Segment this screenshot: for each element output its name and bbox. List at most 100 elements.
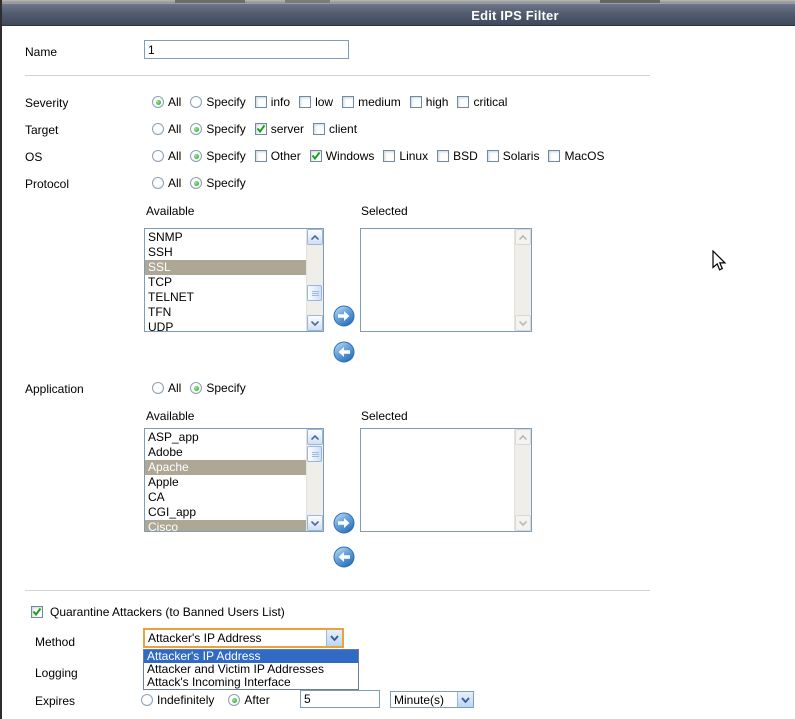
scrollbar-disabled — [514, 229, 531, 331]
list-item[interactable]: CA — [145, 490, 306, 505]
quarantine-checkbox[interactable]: Quarantine Attackers (to Banned Users Li… — [31, 605, 285, 619]
checkbox-icon[interactable] — [31, 606, 43, 618]
dropdown-option[interactable]: Attacker and Victim IP Addresses — [144, 663, 358, 676]
application-selected-list[interactable] — [360, 428, 532, 532]
severity-check-info[interactable]: info — [255, 95, 290, 109]
checkbox-icon[interactable] — [299, 96, 311, 108]
radio-icon[interactable] — [141, 694, 153, 706]
radio-icon[interactable] — [228, 694, 240, 706]
os-label: OS — [25, 150, 42, 164]
scroll-up-icon[interactable] — [307, 229, 323, 245]
list-item-selected[interactable]: Apache — [145, 460, 306, 475]
checkbox-icon[interactable] — [548, 150, 560, 162]
list-item[interactable]: Adobe — [145, 445, 306, 460]
target-radio-specify[interactable]: Specify — [190, 122, 245, 136]
logging-label: Logging — [35, 666, 78, 680]
radio-icon[interactable] — [152, 150, 164, 162]
move-right-button[interactable] — [333, 512, 355, 534]
application-available-list[interactable]: ASP_app Adobe Apache Apple CA CGI_app Ci… — [144, 428, 324, 532]
severity-check-medium[interactable]: medium — [342, 95, 401, 109]
radio-icon[interactable] — [190, 382, 202, 394]
scroll-thumb[interactable] — [307, 446, 322, 462]
radio-icon[interactable] — [152, 177, 164, 189]
target-radio-all[interactable]: All — [152, 122, 181, 136]
scrollbar[interactable] — [306, 229, 323, 331]
list-item[interactable]: SNMP — [145, 230, 306, 245]
dropdown-option[interactable]: Attacker's IP Address — [144, 650, 358, 663]
target-check-server[interactable]: server — [255, 122, 304, 136]
expires-unit-value: Minute(s) — [391, 693, 457, 707]
name-input[interactable] — [144, 40, 349, 59]
protocol-radio-specify[interactable]: Specify — [190, 176, 245, 190]
checkbox-icon[interactable] — [313, 123, 325, 135]
dropdown-option[interactable]: Attack's Incoming Interface — [144, 676, 358, 689]
list-item[interactable]: Apple — [145, 475, 306, 490]
checkbox-icon[interactable] — [342, 96, 354, 108]
radio-icon[interactable] — [190, 123, 202, 135]
severity-check-low[interactable]: low — [299, 95, 333, 109]
list-item[interactable]: UDP — [145, 320, 306, 331]
severity-check-high[interactable]: high — [410, 95, 449, 109]
expires-value-input[interactable] — [300, 690, 380, 708]
radio-icon[interactable] — [190, 150, 202, 162]
checkbox-icon[interactable] — [487, 150, 499, 162]
application-radio-all[interactable]: All — [152, 381, 181, 395]
move-left-button[interactable] — [333, 341, 355, 363]
severity-radio-all[interactable]: All — [152, 95, 181, 109]
os-check-windows[interactable]: Windows — [310, 149, 375, 163]
severity-radio-specify[interactable]: Specify — [190, 95, 245, 109]
method-dropdown-list: Attacker's IP Address Attacker and Victi… — [143, 649, 359, 690]
method-select[interactable]: Attacker's IP Address — [143, 628, 344, 648]
checkbox-icon[interactable] — [437, 150, 449, 162]
radio-icon[interactable] — [152, 96, 164, 108]
list-item-selected[interactable]: Cisco — [145, 520, 306, 531]
chevron-down-icon[interactable] — [326, 630, 342, 646]
checkbox-icon[interactable] — [255, 96, 267, 108]
scroll-down-icon[interactable] — [307, 315, 323, 331]
list-item[interactable]: TFN — [145, 305, 306, 320]
os-check-linux[interactable]: Linux — [383, 149, 428, 163]
application-available-label: Available — [146, 409, 194, 423]
list-item[interactable]: TCP — [145, 275, 306, 290]
radio-icon[interactable] — [152, 123, 164, 135]
checkbox-icon[interactable] — [255, 123, 267, 135]
checkbox-icon[interactable] — [383, 150, 395, 162]
os-check-macos[interactable]: MacOS — [548, 149, 604, 163]
expires-unit-select[interactable]: Minute(s) — [390, 691, 474, 708]
move-left-button[interactable] — [333, 546, 355, 568]
move-right-button[interactable] — [333, 305, 355, 327]
expires-radio-after[interactable]: After — [228, 693, 269, 707]
scroll-down-icon[interactable] — [307, 515, 323, 531]
protocol-available-list[interactable]: SNMP SSH SSL TCP TELNET TFN UDP — [144, 228, 324, 332]
scrollbar[interactable] — [306, 429, 323, 531]
protocol-selected-list[interactable] — [360, 228, 532, 332]
separator — [25, 75, 650, 76]
chevron-down-icon[interactable] — [457, 692, 473, 707]
severity-check-critical[interactable]: critical — [457, 95, 507, 109]
os-radio-all[interactable]: All — [152, 149, 181, 163]
list-item[interactable]: SSH — [145, 245, 306, 260]
list-item[interactable]: CGI_app — [145, 505, 306, 520]
checkbox-icon[interactable] — [410, 96, 422, 108]
radio-icon[interactable] — [190, 177, 202, 189]
target-options: All Specify server client — [152, 121, 366, 137]
list-item[interactable]: TELNET — [145, 290, 306, 305]
radio-icon[interactable] — [152, 382, 164, 394]
os-check-other[interactable]: Other — [255, 149, 301, 163]
target-check-client[interactable]: client — [313, 122, 357, 136]
scroll-up-icon[interactable] — [307, 429, 323, 445]
expires-radio-indefinitely[interactable]: Indefinitely — [141, 693, 214, 707]
os-check-solaris[interactable]: Solaris — [487, 149, 540, 163]
os-check-bsd[interactable]: BSD — [437, 149, 478, 163]
application-radio-specify[interactable]: Specify — [190, 381, 245, 395]
checkbox-icon[interactable] — [457, 96, 469, 108]
list-item-selected[interactable]: SSL — [145, 260, 306, 275]
protocol-radio-all[interactable]: All — [152, 176, 181, 190]
list-item[interactable]: ASP_app — [145, 430, 306, 445]
scroll-thumb[interactable] — [307, 285, 322, 301]
checkbox-icon[interactable] — [310, 150, 322, 162]
expires-label: Expires — [35, 694, 75, 708]
checkbox-icon[interactable] — [255, 150, 267, 162]
radio-icon[interactable] — [190, 96, 202, 108]
os-radio-specify[interactable]: Specify — [190, 149, 245, 163]
